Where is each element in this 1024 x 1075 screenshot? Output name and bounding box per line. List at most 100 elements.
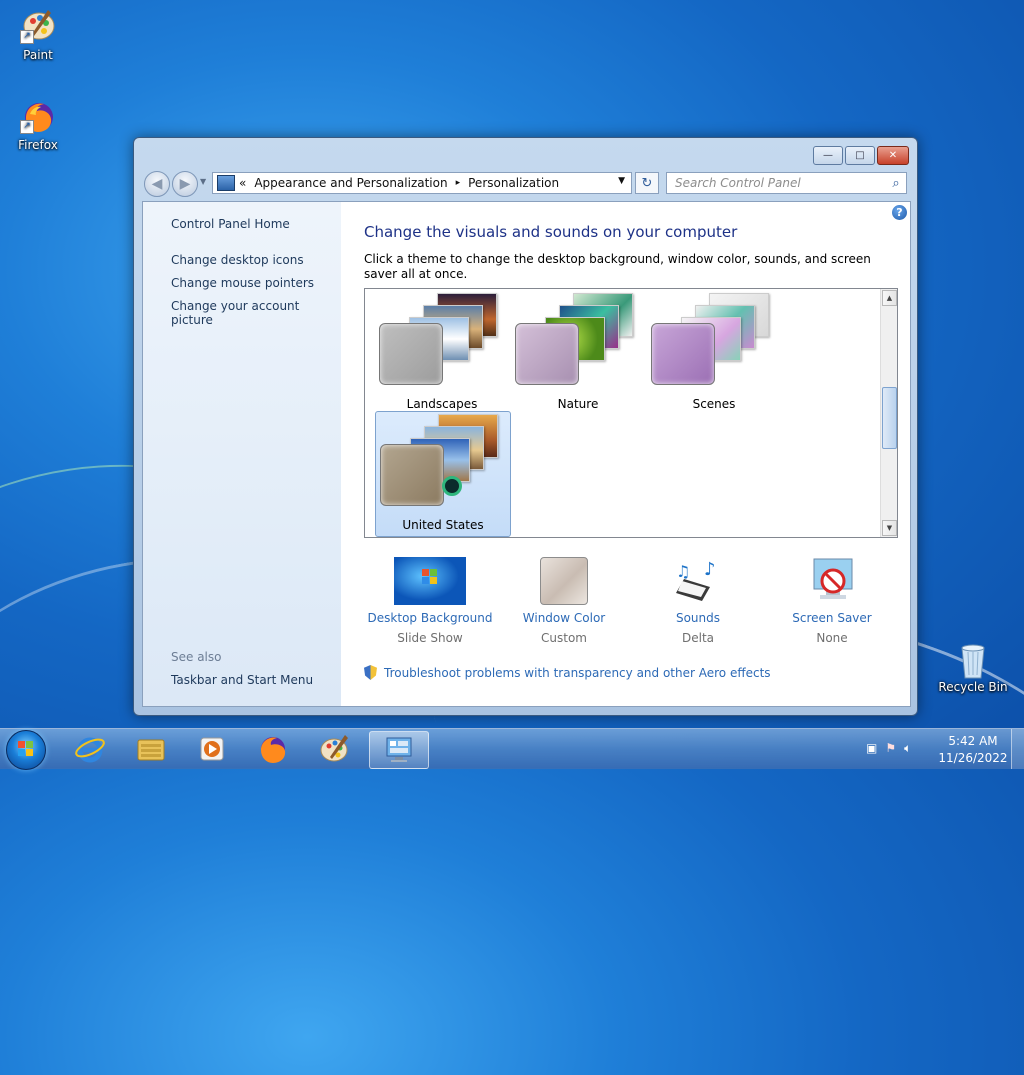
nature-thumbnail [515,293,641,385]
clock[interactable]: 5:42 AM 11/26/2022 [930,733,1016,767]
sounds-value: Delta [681,631,714,645]
windows-logo-icon [18,741,33,756]
theme-united-states[interactable]: United States [375,411,511,537]
change-account-picture-link[interactable]: Change your account picture [171,299,341,327]
show-desktop-button[interactable] [1011,729,1024,769]
desktop-background-setting[interactable]: Desktop Background Slide Show [363,557,497,645]
maximize-button[interactable]: □ [845,146,875,165]
troubleshoot-link[interactable]: Troubleshoot problems with transparency … [364,665,771,680]
see-also-heading: See also [171,650,222,664]
taskbar-start-menu-link[interactable]: Taskbar and Start Menu [171,673,313,687]
taskbar-personalization[interactable] [369,731,429,769]
system-tray: ▣ ⚑ 🔈︎ [866,741,911,756]
sounds-icon: ♫ ♪ [662,557,734,605]
refresh-icon: ↻ [641,175,653,191]
window-color-label[interactable]: Window Color [497,611,631,625]
media-player-icon [200,737,224,761]
left-pane: Control Panel Home Change desktop icons … [143,202,341,706]
screen-saver-icon [796,557,868,605]
window-color-setting[interactable]: Window Color Custom [497,557,631,645]
theme-nature[interactable]: Nature [511,291,645,415]
help-icon[interactable]: ? [892,205,907,220]
uac-shield-icon [364,665,377,680]
address-bar[interactable]: « Appearance and Personalization ▸ Perso… [212,172,632,194]
screen-saver-value: None [816,631,848,645]
theme-label: United States [402,518,484,532]
desktop-icon-firefox[interactable]: ↗ Firefox [1,98,75,152]
firefox-icon [261,737,286,763]
recycle-bin-icon [955,640,991,679]
personalization-window: — □ ✕ ◀ ▶ ▼ « Appearance and Personaliza… [133,137,918,716]
desktop-icon-recycle-bin[interactable]: Recycle Bin [936,640,1010,694]
network-icon[interactable]: ▣ [866,741,877,756]
action-center-flag-icon[interactable]: ⚑ [885,741,896,756]
close-button[interactable]: ✕ [877,146,909,165]
clock-date: 11/26/2022 [938,751,1008,765]
search-placeholder: Search Control Panel [675,176,801,190]
sounds-label[interactable]: Sounds [631,611,765,625]
screen-saver-setting[interactable]: Screen Saver None [765,557,899,645]
recent-pages-dropdown[interactable]: ▼ [200,177,206,186]
desktop-background-label[interactable]: Desktop Background [363,611,497,625]
minimize-button[interactable]: — [813,146,843,165]
window-color-icon [528,557,600,605]
landscapes-thumbnail [379,293,505,385]
svg-text:♪: ♪ [704,559,716,580]
slideshow-icon [442,476,462,496]
desktop-icon-paint[interactable]: ↗ Paint [1,8,75,62]
desktop-background-icon [394,557,466,605]
internet-explorer-icon [75,737,105,763]
clock-time: 5:42 AM [948,734,998,748]
theme-list: Landscapes Nature Scenes United States ▲… [364,288,898,538]
scroll-thumb[interactable] [882,387,897,449]
back-button[interactable]: ◀ [144,171,170,197]
forward-arrow-icon: ▶ [179,176,191,192]
page-subtitle: Click a theme to change the desktop back… [364,252,871,281]
paint-icon: ↗ [20,8,56,44]
search-icon[interactable]: ⌕ [886,176,906,191]
volume-icon[interactable]: 🔈︎ [904,741,911,756]
start-button[interactable] [6,730,46,770]
window-client-area: Control Panel Home Change desktop icons … [142,201,911,707]
back-arrow-icon: ◀ [151,176,163,192]
taskbar-firefox[interactable] [244,731,302,767]
navigation-bar: ◀ ▶ ▼ « Appearance and Personalization ▸… [142,171,909,197]
desktop-icon-label: Paint [23,48,53,62]
window-color-value: Custom [541,631,587,645]
theme-label: Nature [557,397,599,411]
theme-landscapes[interactable]: Landscapes [375,291,509,415]
svg-text:♫: ♫ [676,562,690,581]
address-dropdown-icon[interactable]: ▼ [618,176,625,186]
theme-label: Landscapes [406,397,478,411]
address-chevron[interactable]: « [239,176,246,190]
desktop-icon-label: Firefox [18,138,58,152]
search-input[interactable]: Search Control Panel ⌕ [666,172,907,194]
taskbar-paint[interactable] [305,731,363,767]
forward-button[interactable]: ▶ [172,171,198,197]
taskbar-media-player[interactable] [183,731,241,767]
scenes-thumbnail [651,293,777,385]
breadcrumb-personalization[interactable]: Personalization [468,176,559,190]
taskbar-file-explorer[interactable] [122,731,180,767]
theme-scenes[interactable]: Scenes [647,291,781,415]
united-states-thumbnail [380,414,506,506]
taskbar-internet-explorer[interactable] [61,731,119,767]
breadcrumb-appearance-personalization[interactable]: Appearance and Personalization [254,176,447,190]
desktop-icon-label: Recycle Bin [938,680,1008,694]
control-panel-home-link[interactable]: Control Panel Home [171,217,290,231]
change-mouse-pointers-link[interactable]: Change mouse pointers [171,276,314,290]
theme-label: Scenes [692,397,736,411]
scroll-up-button[interactable]: ▲ [882,290,897,306]
screen-saver-label[interactable]: Screen Saver [765,611,899,625]
desktop-background-value: Slide Show [397,631,463,645]
taskbar: ▣ ⚑ 🔈︎ 5:42 AM 11/26/2022 [0,728,1024,770]
breadcrumb-separator[interactable]: ▸ [456,178,461,188]
theme-list-scrollbar[interactable]: ▲ ▼ [880,289,897,537]
sounds-setting[interactable]: ♫ ♪ Sounds Delta [631,557,765,645]
control-panel-icon [217,175,235,191]
troubleshoot-label[interactable]: Troubleshoot problems with transparency … [384,666,771,680]
file-explorer-icon [137,739,165,761]
refresh-button[interactable]: ↻ [635,172,659,194]
change-desktop-icons-link[interactable]: Change desktop icons [171,253,304,267]
scroll-down-button[interactable]: ▼ [882,520,897,536]
